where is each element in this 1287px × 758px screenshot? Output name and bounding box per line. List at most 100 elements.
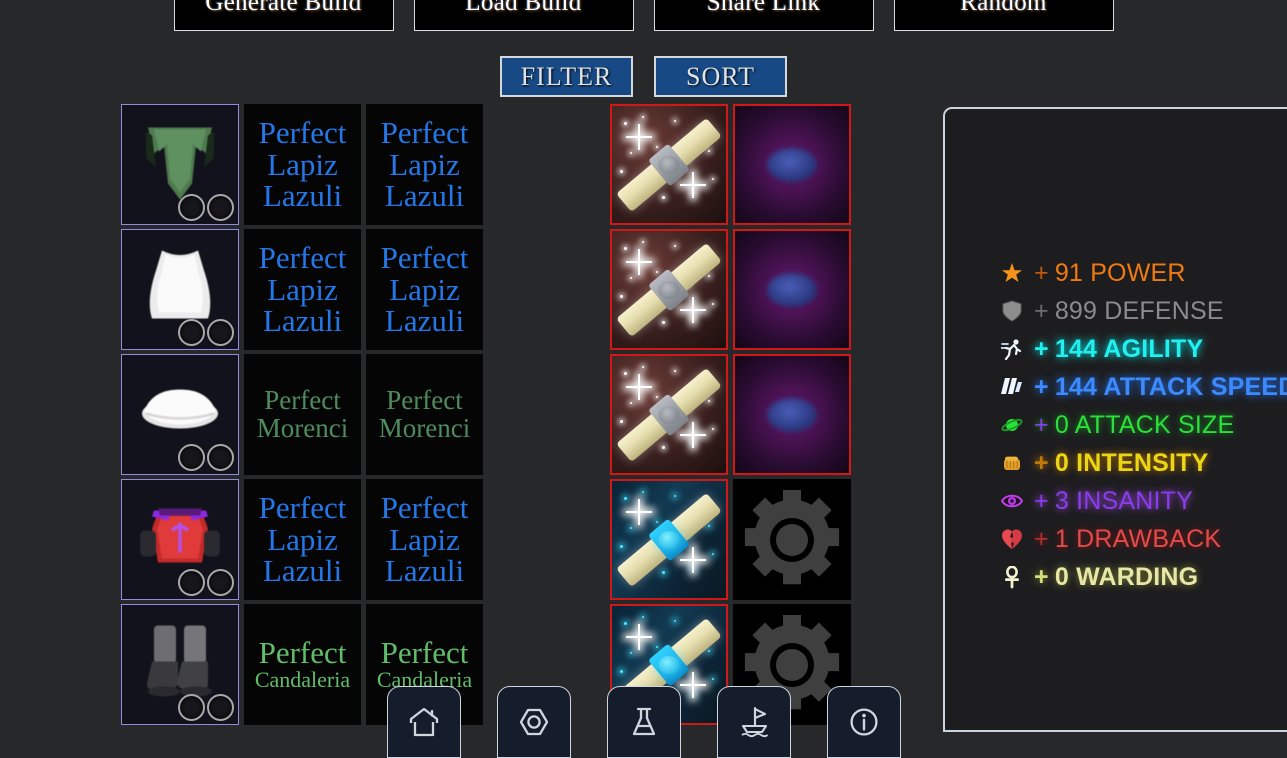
stat-label: +91 POWER — [1034, 259, 1186, 288]
fist-icon — [1000, 452, 1024, 474]
gem-socket[interactable] — [207, 569, 234, 596]
stat-value: 91 — [1054, 258, 1084, 287]
white-hat-item[interactable] — [121, 354, 239, 475]
hexagon-icon — [517, 705, 551, 739]
gem-slot-1[interactable]: Perfect Candaleria — [244, 604, 361, 725]
red-chestplate-item[interactable] — [121, 479, 239, 600]
gem-slot-2[interactable]: Perfect Lapiz Lazuli — [366, 104, 483, 225]
stat-operator: + — [1034, 372, 1049, 401]
stat-row: +91 POWER — [1000, 254, 1287, 292]
stat-name: INSANITY — [1076, 486, 1193, 515]
stat-operator: + — [1034, 334, 1049, 363]
stat-operator: + — [1034, 410, 1049, 439]
modifier-orb[interactable] — [733, 104, 851, 225]
enchant-scroll-warm[interactable] — [610, 104, 728, 225]
gem-socket[interactable] — [178, 194, 205, 221]
filter-sort-bar: FILTER SORT — [0, 56, 1287, 97]
stat-name: ATTACK SIZE — [1074, 410, 1235, 439]
stat-row: +144 ATTACK SPEED — [1000, 368, 1287, 406]
filter-button[interactable]: FILTER — [500, 56, 633, 97]
grid-spacer — [488, 354, 605, 475]
gear-icon — [744, 489, 840, 584]
scroll-knob — [658, 655, 680, 674]
stat-value: 144 — [1054, 334, 1098, 363]
gem-line: Lazuli — [262, 303, 343, 339]
ankh-icon — [1000, 565, 1024, 589]
stat-row: +899 DEFENSE — [1000, 292, 1287, 330]
modifier-orb[interactable] — [733, 354, 851, 475]
gem-slot-1[interactable]: Perfect Lapiz Lazuli — [244, 104, 361, 225]
gear-row: Perfect Lapiz Lazuli Perfect Lapiz Lazuli — [121, 229, 851, 350]
stat-operator: + — [1034, 486, 1049, 515]
gem-line: Lazuli — [262, 178, 343, 214]
broken-heart-icon — [1000, 528, 1024, 550]
gear-row: Perfect Morenci Perfect Morenci — [121, 354, 851, 475]
grey-boots-item[interactable] — [121, 604, 239, 725]
stat-row: +1 DRAWBACK — [1000, 520, 1287, 558]
gem-line: Morenci — [378, 412, 471, 443]
gem-socket[interactable] — [178, 444, 205, 471]
gem-line: Morenci — [256, 412, 349, 443]
runner-icon — [1000, 338, 1024, 360]
gem-socket[interactable] — [207, 444, 234, 471]
load-build-button[interactable]: Load Build — [413, 0, 634, 31]
stat-label: +0 INTENSITY — [1034, 449, 1208, 478]
stat-row: +144 AGILITY — [1000, 330, 1287, 368]
gem-socket[interactable] — [178, 569, 205, 596]
stat-value: 0 — [1054, 410, 1069, 439]
gem-slot-2[interactable]: Perfect Lapiz Lazuli — [366, 479, 483, 600]
gem-line: Perfect — [258, 635, 347, 671]
enchant-scroll-cool[interactable] — [610, 479, 728, 600]
stat-name: POWER — [1090, 258, 1186, 287]
gem-slot-2[interactable]: Perfect Lapiz Lazuli — [366, 229, 483, 350]
socket-row — [178, 694, 234, 721]
socket-row — [178, 194, 234, 221]
nav-info[interactable] — [826, 686, 901, 758]
nav-voyage[interactable] — [716, 686, 791, 758]
stat-name: WARDING — [1076, 562, 1199, 591]
gem-line: Lapiz — [389, 521, 460, 557]
gem-slot-1[interactable]: Perfect Lapiz Lazuli — [244, 479, 361, 600]
gem-line: Lapiz — [267, 521, 338, 557]
stat-operator: + — [1034, 448, 1049, 477]
enchant-scroll-warm[interactable] — [610, 229, 728, 350]
green-skirt-item[interactable] — [121, 104, 239, 225]
stats-panel: +91 POWER +899 DEFENSE +144 AGILITY +144 AT… — [943, 107, 1287, 732]
gem-socket[interactable] — [207, 319, 234, 346]
stat-label: +1 DRAWBACK — [1034, 525, 1221, 554]
gem-socket[interactable] — [178, 319, 205, 346]
stat-operator: + — [1034, 258, 1049, 287]
random-button[interactable]: Random — [893, 0, 1114, 31]
grid-spacer — [488, 104, 605, 225]
white-dress-item[interactable] — [121, 229, 239, 350]
stat-value: 144 — [1054, 372, 1098, 401]
orb-core — [767, 272, 817, 307]
grid-spacer — [488, 229, 605, 350]
grid-spacer — [488, 479, 605, 600]
gem-slot-1[interactable]: Perfect Morenci — [244, 354, 361, 475]
gem-socket[interactable] — [207, 194, 234, 221]
nav-home[interactable] — [386, 686, 461, 758]
gem-line: Perfect — [258, 115, 347, 151]
shield-icon — [1000, 300, 1024, 322]
nav-potions[interactable] — [606, 686, 681, 758]
enchant-scroll-warm[interactable] — [610, 354, 728, 475]
stat-operator: + — [1034, 296, 1049, 325]
share-link-button[interactable]: Share Link — [653, 0, 874, 31]
stat-row: +0 INTENSITY — [1000, 444, 1287, 482]
modifier-orb[interactable] — [733, 229, 851, 350]
nav-gems[interactable] — [496, 686, 571, 758]
sort-button[interactable]: SORT — [654, 56, 787, 97]
gem-line: Perfect — [380, 240, 469, 276]
stat-operator: + — [1034, 524, 1049, 553]
gear-row: Perfect Lapiz Lazuli Perfect Lapiz Lazuli — [121, 479, 851, 600]
gem-slot-1[interactable]: Perfect Lapiz Lazuli — [244, 229, 361, 350]
stat-name: ATTACK SPEED — [1103, 372, 1287, 401]
generate-build-button[interactable]: Generate Build — [173, 0, 394, 31]
gem-socket[interactable] — [178, 694, 205, 721]
gem-socket[interactable] — [207, 694, 234, 721]
scroll-knob — [658, 405, 680, 424]
empty-gear-slot[interactable] — [733, 479, 851, 600]
scroll-knob — [658, 530, 680, 549]
gem-slot-2[interactable]: Perfect Morenci — [366, 354, 483, 475]
